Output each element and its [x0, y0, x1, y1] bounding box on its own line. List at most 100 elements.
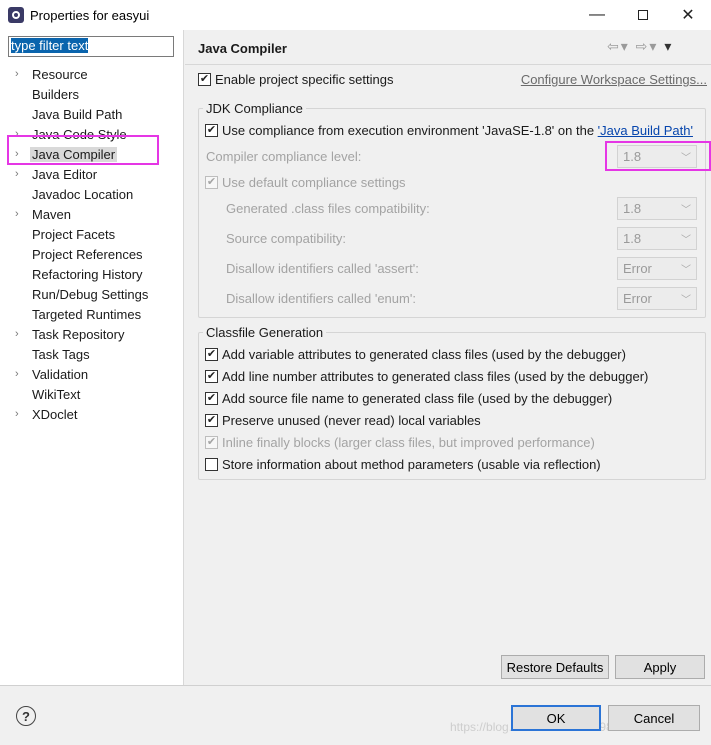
property-page: Java Compiler ⇦▾ ⇨▾ ▾ ✔ Enable project s… — [185, 30, 711, 685]
checkbox-box[interactable]: ✔ — [205, 348, 218, 361]
tree-item[interactable]: › XDoclet — [0, 404, 184, 424]
back-menu-icon[interactable]: ▾ — [621, 38, 630, 54]
tree-item[interactable]: › Java Editor — [0, 164, 184, 184]
enum-value: Error — [623, 291, 652, 306]
enable-project-settings-label: Enable project specific settings — [215, 72, 394, 87]
configure-workspace-link[interactable]: Configure Workspace Settings... — [521, 72, 707, 87]
enum-label: Disallow identifiers called 'enum': — [226, 291, 416, 306]
expand-arrow-icon[interactable]: › — [15, 328, 25, 340]
tree-item[interactable]: Java Build Path — [0, 104, 184, 124]
checkbox-box[interactable]: ✔ — [205, 124, 218, 137]
tree-item-label: Task Tags — [32, 346, 90, 362]
tree-item[interactable]: › Resource — [0, 64, 184, 84]
source-compat-label: Source compatibility: — [226, 231, 346, 246]
classfile-option-label: Preserve unused (never read) local varia… — [222, 413, 481, 428]
maximize-button[interactable] — [620, 0, 666, 30]
filter-text: type filter text — [11, 38, 89, 53]
tree-item[interactable]: Builders — [0, 84, 184, 104]
expand-arrow-icon[interactable]: › — [15, 68, 25, 80]
enable-project-settings-checkbox[interactable]: ✔ Enable project specific settings — [198, 72, 393, 87]
tree-item-label: Targeted Runtimes — [32, 306, 142, 322]
apply-button[interactable]: Apply — [615, 655, 705, 679]
expand-arrow-icon[interactable]: › — [15, 368, 25, 380]
tree-item-label: WikiText — [32, 386, 81, 402]
java-build-path-link[interactable]: 'Java Build Path' — [598, 123, 693, 138]
tree-item-label: Task Repository — [32, 326, 125, 342]
forward-icon[interactable]: ⇨ — [636, 38, 650, 54]
chevron-down-icon: ﹀ — [681, 205, 691, 216]
generated-compat-select[interactable]: 1.8 ﹀ — [617, 197, 697, 220]
checkbox-box[interactable] — [205, 458, 218, 471]
classfile-option-checkbox[interactable]: Store information about method parameter… — [205, 457, 601, 472]
classfile-generation-title: Classfile Generation — [203, 325, 327, 340]
expand-arrow-icon[interactable]: › — [15, 408, 25, 420]
forward-menu-icon[interactable]: ▾ — [649, 38, 658, 54]
tree-item[interactable]: WikiText — [0, 384, 184, 404]
title-bar: Properties for easyui — ✕ — [0, 0, 711, 30]
tree-item[interactable]: Javadoc Location — [0, 184, 184, 204]
tree-item[interactable]: Refactoring History — [0, 264, 184, 284]
checkbox-box[interactable]: ✔ — [205, 414, 218, 427]
chevron-down-icon: ﹀ — [681, 295, 691, 306]
tree-item-label: Run/Debug Settings — [32, 286, 149, 302]
source-compat-select[interactable]: 1.8 ﹀ — [617, 227, 697, 250]
tree-item-label: Java Editor — [32, 166, 98, 182]
assert-select[interactable]: Error ﹀ — [617, 257, 697, 280]
view-menu-icon[interactable]: ▾ — [664, 38, 673, 54]
maximize-icon — [638, 10, 648, 20]
page-navigation: ⇦▾ ⇨▾ ▾ — [607, 38, 673, 55]
classfile-option-checkbox[interactable]: ✔ Add source file name to generated class… — [205, 391, 612, 406]
classfile-option-checkbox[interactable]: ✔ Add line number attributes to generated… — [205, 369, 648, 384]
tree-item[interactable]: Run/Debug Settings — [0, 284, 184, 304]
tree-item-label: Builders — [32, 86, 79, 102]
checkbox-box[interactable]: ✔ — [198, 73, 211, 86]
close-button[interactable]: ✕ — [665, 0, 711, 30]
filter-input[interactable]: type filter text — [8, 36, 174, 57]
classfile-option-checkbox[interactable]: ✔ Add variable attributes to generated cl… — [205, 347, 626, 362]
checkbox-box[interactable]: ✔ — [205, 370, 218, 383]
tree-item[interactable]: Project References — [0, 244, 184, 264]
annotation-highlight-tree — [7, 135, 159, 165]
chevron-down-icon: ﹀ — [681, 265, 691, 276]
back-icon[interactable]: ⇦ — [607, 38, 621, 54]
use-compliance-checkbox[interactable]: ✔ Use compliance from execution environm… — [205, 123, 693, 138]
classfile-option-checkbox[interactable]: ✔ Preserve unused (never read) local vari… — [205, 413, 481, 428]
compliance-level-label: Compiler compliance level: — [206, 149, 362, 164]
checkbox-box[interactable]: ✔ — [205, 392, 218, 405]
expand-arrow-icon[interactable]: › — [15, 168, 25, 180]
tree-item-label: Refactoring History — [32, 266, 143, 282]
use-default-compliance-label: Use default compliance settings — [222, 175, 406, 190]
tree-item[interactable]: › Maven — [0, 204, 184, 224]
use-default-compliance-checkbox[interactable]: ✔ Use default compliance settings — [205, 175, 406, 190]
ok-button[interactable]: OK — [511, 705, 601, 731]
dialog-button-bar: ? https://blog.csdn.net/ZZZ/1998477 OK C… — [0, 685, 711, 745]
checkbox-box[interactable]: ✔ — [205, 176, 218, 189]
assert-value: Error — [623, 261, 652, 276]
enum-select[interactable]: Error ﹀ — [617, 287, 697, 310]
expand-arrow-icon[interactable]: › — [15, 208, 25, 220]
use-compliance-label: Use compliance from execution environmen… — [222, 123, 598, 138]
tree-item[interactable]: › Task Repository — [0, 324, 184, 344]
generated-compat-value: 1.8 — [623, 201, 642, 216]
tree-item[interactable]: Task Tags — [0, 344, 184, 364]
generated-compat-label: Generated .class files compatibility: — [226, 201, 430, 216]
cancel-button[interactable]: Cancel — [608, 705, 700, 731]
minimize-button[interactable]: — — [574, 0, 620, 30]
tree-item[interactable]: Project Facets — [0, 224, 184, 244]
restore-defaults-button[interactable]: Restore Defaults — [501, 655, 609, 679]
tree-item-label: Project Facets — [32, 226, 116, 242]
header-separator — [185, 64, 711, 65]
tree-item-label: XDoclet — [32, 406, 78, 422]
classfile-option-checkbox[interactable]: ✔ Inline finally blocks (larger class fil… — [205, 435, 595, 450]
help-icon[interactable]: ? — [16, 706, 36, 726]
classfile-option-label: Store information about method parameter… — [222, 457, 601, 472]
tree-item[interactable]: Targeted Runtimes — [0, 304, 184, 324]
tree-item-label: Project References — [32, 246, 143, 262]
checkbox-box[interactable]: ✔ — [205, 436, 218, 449]
classfile-option-label: Add line number attributes to generated … — [222, 369, 649, 384]
tree-item-label: Maven — [32, 206, 72, 222]
tree-item-label: Resource — [32, 66, 88, 82]
tree-item-label: Javadoc Location — [32, 186, 134, 202]
tree-item[interactable]: › Validation — [0, 364, 184, 384]
chevron-down-icon: ﹀ — [681, 235, 691, 246]
